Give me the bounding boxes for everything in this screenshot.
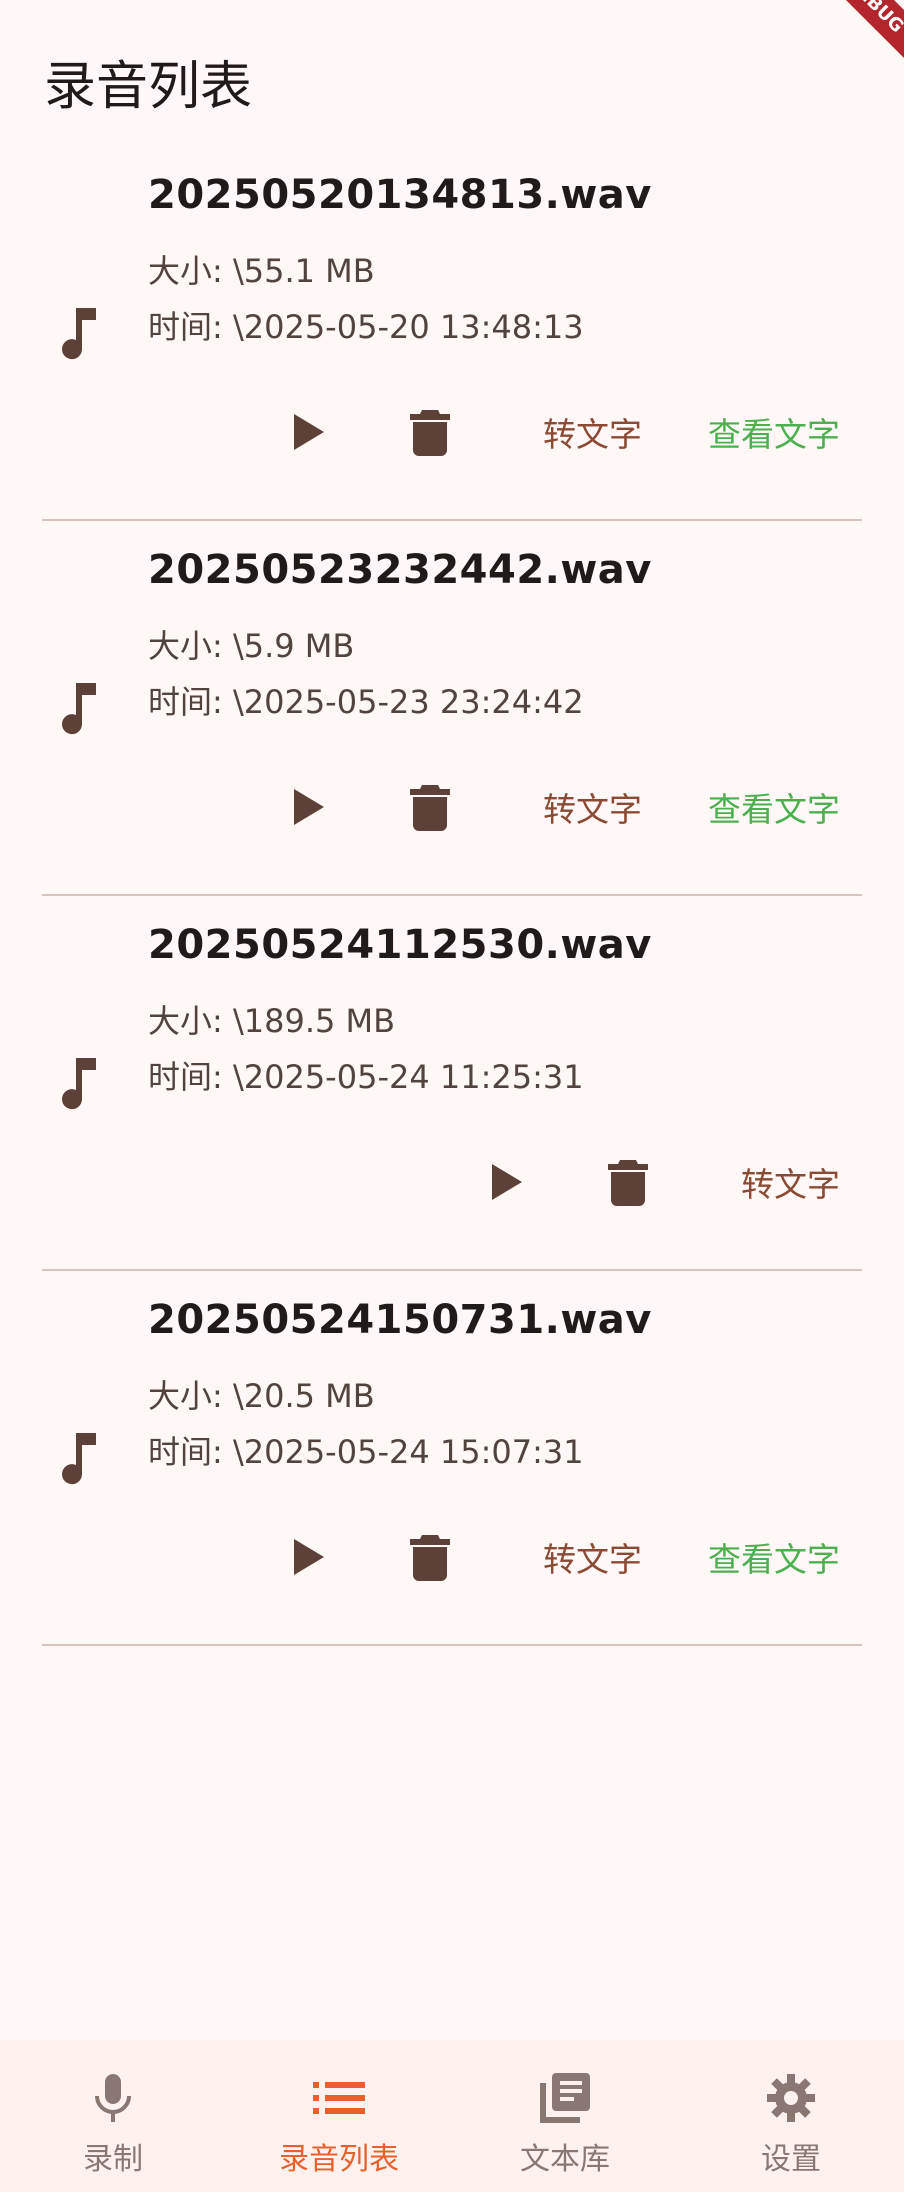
delete-button[interactable] <box>369 777 491 837</box>
view-text-button[interactable]: 查看文字 <box>708 408 840 456</box>
gear-icon <box>763 2070 819 2126</box>
recording-file-name: 20250524150731.wav <box>148 1297 652 1343</box>
recording-item: 20250524112530.wav 大小: \189.5 MB 时间: \20… <box>0 896 904 1271</box>
nav-label: 录音列表 <box>279 2142 399 2177</box>
recording-file-name: 20250524112530.wav <box>148 922 652 968</box>
mic-icon <box>85 2070 141 2126</box>
music-note-icon <box>62 308 96 360</box>
recording-time: 时间: \2025-05-24 15:07:31 <box>148 1433 584 1471</box>
nav-item-settings[interactable]: 设置 <box>678 2040 904 2192</box>
nav-item-recording-list[interactable]: 录音列表 <box>226 2040 452 2192</box>
trash-icon <box>608 1160 648 1206</box>
music-note-icon <box>62 683 96 735</box>
nav-item-text-library[interactable]: 文本库 <box>452 2040 678 2192</box>
recording-size: 大小: \55.1 MB <box>148 252 375 290</box>
play-button[interactable] <box>247 777 369 837</box>
view-text-button[interactable]: 查看文字 <box>708 1533 840 1581</box>
transcribe-button[interactable]: 转文字 <box>543 783 642 831</box>
recording-file-name: 20250523232442.wav <box>148 547 652 593</box>
recording-size: 大小: \5.9 MB <box>148 627 355 665</box>
recording-actions: 转文字 查看文字 <box>247 777 840 837</box>
transcribe-button[interactable]: 转文字 <box>543 1533 642 1581</box>
recording-time: 时间: \2025-05-23 23:24:42 <box>148 683 584 721</box>
transcribe-button[interactable]: 转文字 <box>543 408 642 456</box>
play-button[interactable] <box>445 1152 567 1212</box>
nav-label: 录制 <box>83 2142 143 2177</box>
nav-label: 设置 <box>761 2142 821 2177</box>
transcribe-button[interactable]: 转文字 <box>741 1158 840 1206</box>
nav-item-record[interactable]: 录制 <box>0 2040 226 2192</box>
library-icon <box>537 2070 593 2126</box>
delete-button[interactable] <box>369 402 491 462</box>
bottom-navigation: 录制 录音列表 文本库 设置 <box>0 2040 904 2192</box>
play-icon <box>294 1539 324 1575</box>
recording-time: 时间: \2025-05-24 11:25:31 <box>148 1058 584 1096</box>
recording-actions: 转文字 查看文字 <box>247 402 840 462</box>
recording-item: 20250520134813.wav 大小: \55.1 MB 时间: \202… <box>0 146 904 521</box>
nav-label: 文本库 <box>520 2142 610 2177</box>
list-icon <box>311 2070 367 2126</box>
play-button[interactable] <box>247 402 369 462</box>
debug-banner: DEBUG <box>809 0 904 71</box>
trash-icon <box>410 410 450 456</box>
recording-item: 20250523232442.wav 大小: \5.9 MB 时间: \2025… <box>0 521 904 896</box>
music-note-icon <box>62 1058 96 1110</box>
recording-size: 大小: \20.5 MB <box>148 1377 375 1415</box>
trash-icon <box>410 1535 450 1581</box>
delete-button[interactable] <box>567 1152 689 1212</box>
play-icon <box>294 789 324 825</box>
play-icon <box>492 1164 522 1200</box>
recording-time: 时间: \2025-05-20 13:48:13 <box>148 308 584 346</box>
recording-actions: 转文字 查看文字 <box>247 1527 840 1587</box>
trash-icon <box>410 785 450 831</box>
play-button[interactable] <box>247 1527 369 1587</box>
music-note-icon <box>62 1433 96 1485</box>
recording-list: 20250520134813.wav 大小: \55.1 MB 时间: \202… <box>0 146 904 1646</box>
divider <box>42 1644 862 1646</box>
delete-button[interactable] <box>369 1527 491 1587</box>
recording-actions: 转文字 <box>445 1152 840 1212</box>
recording-item: 20250524150731.wav 大小: \20.5 MB 时间: \202… <box>0 1271 904 1646</box>
recording-size: 大小: \189.5 MB <box>148 1002 396 1040</box>
play-icon <box>294 414 324 450</box>
page-title: 录音列表 <box>44 57 253 117</box>
recording-file-name: 20250520134813.wav <box>148 172 652 218</box>
view-text-button[interactable]: 查看文字 <box>708 783 840 831</box>
